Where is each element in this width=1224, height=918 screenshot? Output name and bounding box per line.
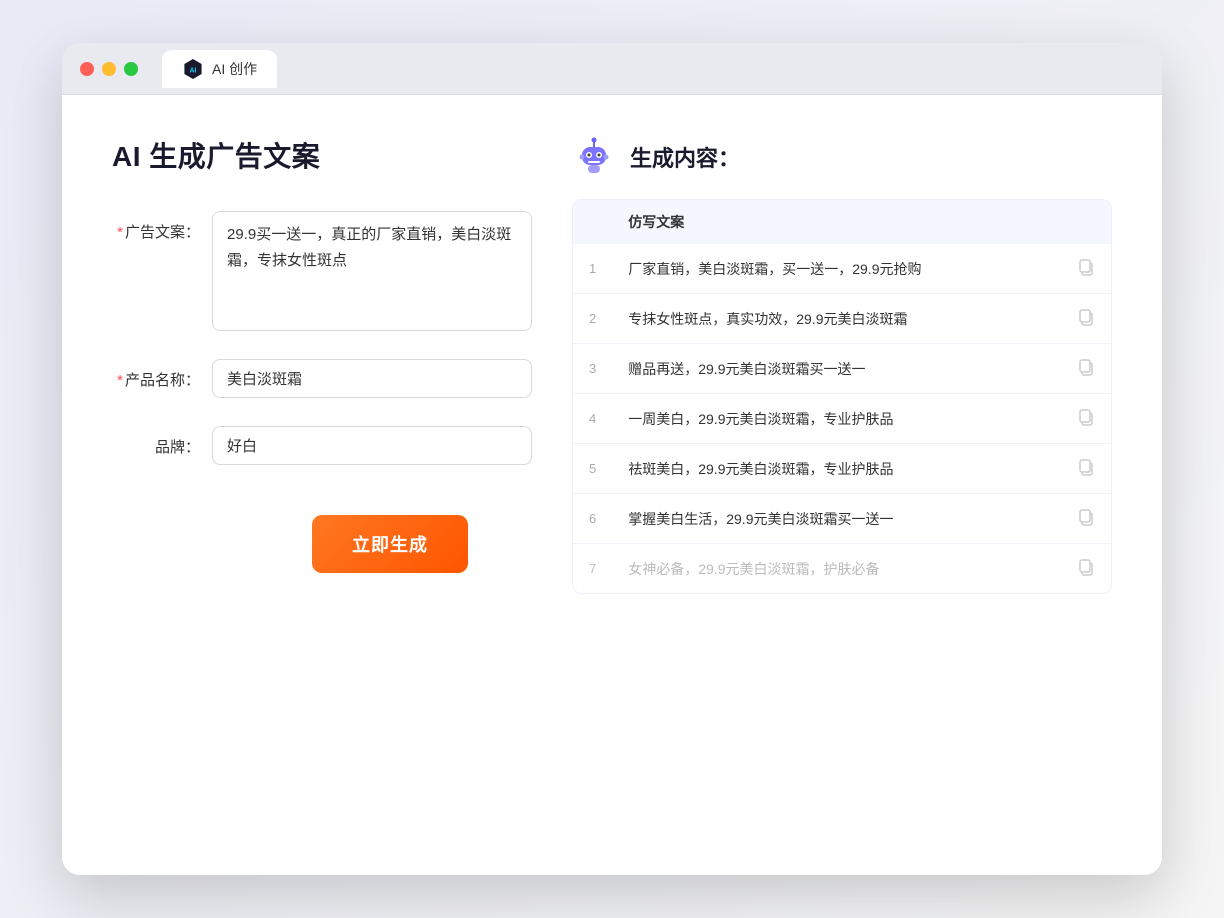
row-text: 一周美白，29.9元美白淡斑霜，专业护肤品	[612, 394, 1061, 444]
brand-label: 品牌：	[112, 426, 212, 457]
table-row: 7女神必备，29.9元美白淡斑霜，护肤必备	[573, 544, 1111, 594]
row-number: 2	[573, 294, 612, 344]
table-row: 2专抹女性斑点，真实功效，29.9元美白淡斑霜	[573, 294, 1111, 344]
row-text: 掌握美白生活，29.9元美白淡斑霜买一送一	[612, 494, 1061, 544]
row-number: 7	[573, 544, 612, 594]
ad-copy-group: *广告文案： 29.9买一送一，真正的厂家直销，美白淡斑霜，专抹女性斑点	[112, 211, 532, 331]
results-table-wrapper: 仿写文案 1厂家直销，美白淡斑霜，买一送一，29.9元抢购 2专抹女性斑点，真实…	[572, 199, 1112, 594]
right-panel: 生成内容： 仿写文案 1厂家直销，美白淡斑霜，买一送一，29.9元抢购 2专抹女…	[572, 135, 1112, 835]
close-dot[interactable]	[80, 62, 94, 76]
copy-cell[interactable]	[1061, 294, 1111, 344]
traffic-lights	[80, 62, 138, 76]
copy-icon[interactable]	[1077, 308, 1095, 326]
left-panel: AI 生成广告文案 *广告文案： 29.9买一送一，真正的厂家直销，美白淡斑霜，…	[112, 135, 532, 835]
product-name-input[interactable]	[212, 359, 532, 398]
copy-cell[interactable]	[1061, 444, 1111, 494]
col-text-header: 仿写文案	[612, 200, 1061, 244]
copy-cell[interactable]	[1061, 394, 1111, 444]
titlebar: AI AI 创作	[62, 43, 1162, 95]
copy-cell[interactable]	[1061, 344, 1111, 394]
row-text: 赠品再送，29.9元美白淡斑霜买一送一	[612, 344, 1061, 394]
row-number: 5	[573, 444, 612, 494]
product-name-group: *产品名称：	[112, 359, 532, 398]
copy-icon[interactable]	[1077, 508, 1095, 526]
row-number: 1	[573, 244, 612, 294]
table-row: 4一周美白，29.9元美白淡斑霜，专业护肤品	[573, 394, 1111, 444]
minimize-dot[interactable]	[102, 62, 116, 76]
results-table: 仿写文案 1厂家直销，美白淡斑霜，买一送一，29.9元抢购 2专抹女性斑点，真实…	[573, 200, 1111, 593]
ai-tab-icon: AI	[182, 58, 204, 80]
results-title: 生成内容：	[630, 141, 740, 173]
tab-label: AI 创作	[212, 59, 257, 79]
copy-icon[interactable]	[1077, 458, 1095, 476]
robot-icon	[572, 135, 616, 179]
ad-copy-label: *广告文案：	[112, 211, 212, 242]
row-number: 4	[573, 394, 612, 444]
copy-icon[interactable]	[1077, 558, 1095, 576]
browser-window: AI AI 创作 AI 生成广告文案 *广告文案： 29.9买一送一，真正的厂家…	[62, 43, 1162, 875]
copy-cell[interactable]	[1061, 494, 1111, 544]
copy-icon[interactable]	[1077, 258, 1095, 276]
row-text: 女神必备，29.9元美白淡斑霜，护肤必备	[612, 544, 1061, 594]
brand-group: 品牌：	[112, 426, 532, 465]
page-title: AI 生成广告文案	[112, 135, 532, 175]
product-name-label: *产品名称：	[112, 359, 212, 390]
brand-input[interactable]	[212, 426, 532, 465]
copy-icon[interactable]	[1077, 408, 1095, 426]
table-row: 5祛斑美白，29.9元美白淡斑霜，专业护肤品	[573, 444, 1111, 494]
required-star-2: *	[117, 372, 123, 389]
row-text: 祛斑美白，29.9元美白淡斑霜，专业护肤品	[612, 444, 1061, 494]
copy-cell[interactable]	[1061, 244, 1111, 294]
required-star-1: *	[117, 224, 123, 241]
svg-text:AI: AI	[190, 67, 197, 74]
col-index-header	[573, 200, 612, 244]
table-row: 6掌握美白生活，29.9元美白淡斑霜买一送一	[573, 494, 1111, 544]
results-body: 1厂家直销，美白淡斑霜，买一送一，29.9元抢购 2专抹女性斑点，真实功效，29…	[573, 244, 1111, 593]
table-header-row: 仿写文案	[573, 200, 1111, 244]
copy-cell[interactable]	[1061, 544, 1111, 594]
table-row: 3赠品再送，29.9元美白淡斑霜买一送一	[573, 344, 1111, 394]
browser-content: AI 生成广告文案 *广告文案： 29.9买一送一，真正的厂家直销，美白淡斑霜，…	[62, 95, 1162, 875]
row-text: 厂家直销，美白淡斑霜，买一送一，29.9元抢购	[612, 244, 1061, 294]
col-action-header	[1061, 200, 1111, 244]
row-text: 专抹女性斑点，真实功效，29.9元美白淡斑霜	[612, 294, 1061, 344]
row-number: 6	[573, 494, 612, 544]
maximize-dot[interactable]	[124, 62, 138, 76]
generate-button[interactable]: 立即生成	[312, 515, 468, 573]
results-header: 生成内容：	[572, 135, 1112, 179]
ad-copy-input[interactable]: 29.9买一送一，真正的厂家直销，美白淡斑霜，专抹女性斑点	[212, 211, 532, 331]
row-number: 3	[573, 344, 612, 394]
copy-icon[interactable]	[1077, 358, 1095, 376]
table-row: 1厂家直销，美白淡斑霜，买一送一，29.9元抢购	[573, 244, 1111, 294]
ai-tab[interactable]: AI AI 创作	[162, 50, 277, 88]
